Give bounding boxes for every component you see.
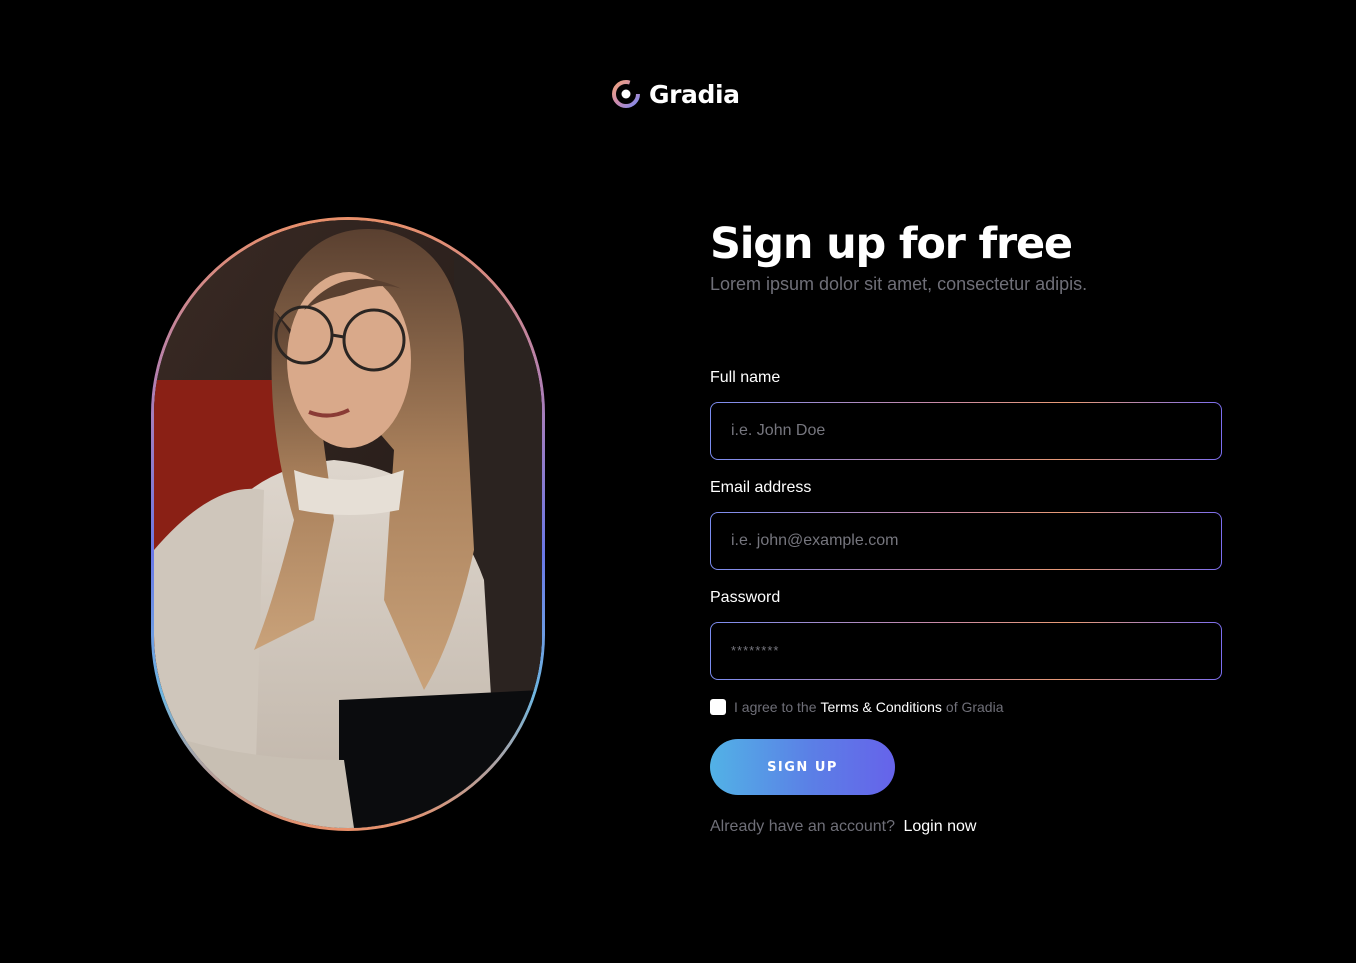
full-name-label: Full name xyxy=(710,369,781,386)
full-name-input[interactable] xyxy=(711,403,1221,459)
password-label: Password xyxy=(710,589,781,606)
password-input[interactable] xyxy=(711,623,1221,679)
login-prompt-text: Already have an account? xyxy=(710,818,896,835)
hero-photo-frame xyxy=(151,217,545,831)
terms-pre-text: I agree to the xyxy=(734,699,817,715)
password-group: Password xyxy=(710,588,1222,680)
terms-link[interactable]: Terms & Conditions xyxy=(821,699,942,715)
terms-agreement: I agree to the Terms & Conditions of Gra… xyxy=(710,699,1004,715)
email-input[interactable] xyxy=(711,513,1221,569)
sign-up-button[interactable]: SIGN UP xyxy=(710,739,895,795)
signup-form: Sign up for free Lorem ipsum dolor sit a… xyxy=(710,218,1222,835)
password-field-border xyxy=(710,622,1222,680)
terms-checkbox[interactable] xyxy=(710,699,726,715)
email-label: Email address xyxy=(710,479,812,496)
hero-photo xyxy=(154,220,542,828)
brand[interactable]: Gradia xyxy=(612,78,740,110)
login-prompt: Already have an account? Login now xyxy=(710,818,976,836)
gradia-logo-icon xyxy=(612,80,640,108)
page-subtitle: Lorem ipsum dolor sit amet, consectetur … xyxy=(710,274,1088,294)
terms-post-text: of Gradia xyxy=(945,699,1004,715)
brand-name: Gradia xyxy=(649,79,740,109)
email-group: Email address xyxy=(710,478,1222,570)
signup-page: Gradia Sign up for free Lorem ipsum dolo… xyxy=(0,0,1356,963)
login-link[interactable]: Login now xyxy=(903,818,976,835)
full-name-group: Full name xyxy=(710,368,1222,460)
page-title: Sign up for free xyxy=(710,219,1073,269)
full-name-field-border xyxy=(710,402,1222,460)
woman-with-glasses-photo xyxy=(154,220,542,828)
email-field-border xyxy=(710,512,1222,570)
